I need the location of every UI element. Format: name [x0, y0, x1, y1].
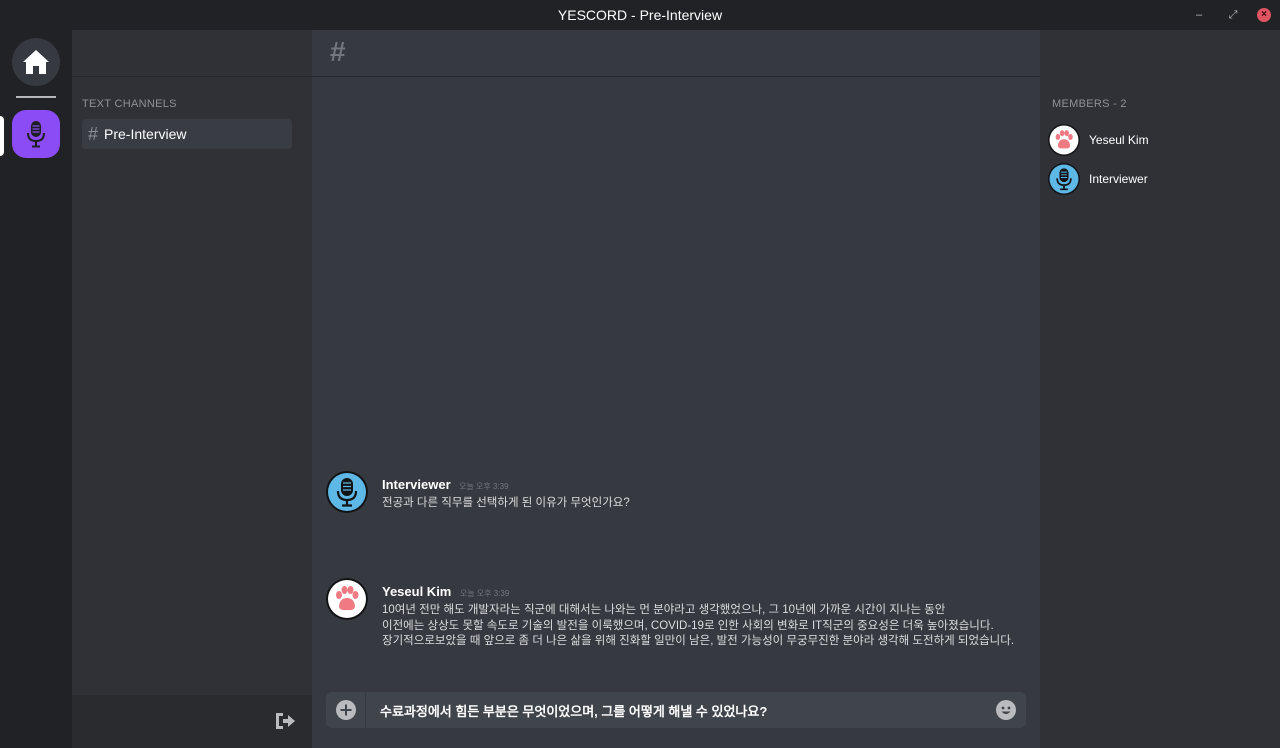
- channel-hash-icon: #: [330, 36, 346, 67]
- server-rail: [0, 30, 72, 748]
- message-input[interactable]: [380, 692, 980, 728]
- attach-button[interactable]: [326, 692, 366, 728]
- channel-sidebar: TEXT CHANNELS # Pre-Interview: [72, 30, 312, 748]
- member-item[interactable]: Yeseul Kim: [1048, 123, 1268, 157]
- rail-separator: [16, 96, 56, 98]
- plus-circle-icon: [335, 700, 356, 720]
- message-header: Yeseul Kim 오늘 오후 3:39: [382, 583, 509, 601]
- members-label: MEMBERS - 2: [1052, 98, 1127, 110]
- member-name: Yeseul Kim: [1089, 133, 1149, 147]
- message-content: 전공과 다른 직무를 선택하게 된 이유가 무엇인가요?: [382, 496, 630, 512]
- paw-avatar[interactable]: [326, 578, 368, 620]
- minimize-button[interactable]: –: [1192, 8, 1206, 22]
- message-line: 전공과 다른 직무를 선택하게 된 이유가 무엇인가요?: [382, 497, 630, 509]
- message-content: 10여년 전만 해도 개발자라는 직군에 대해서는 나와는 먼 분야라고 생각했…: [382, 603, 1014, 650]
- chat-area: # Interviewer 오늘 오후 3:39 전공과 다른 직무를 선택하게…: [312, 30, 1040, 748]
- message-composer: [326, 692, 1026, 728]
- message-line: 장기적으로보았을 때 앞으로 좀 더 나은 삶을 위해 진화할 일만이 남은, …: [382, 635, 1015, 647]
- message-author[interactable]: Yeseul Kim: [382, 584, 451, 599]
- close-button[interactable]: ×: [1257, 8, 1271, 22]
- member-item[interactable]: Interviewer: [1048, 162, 1268, 196]
- maximize-button[interactable]: ⤢: [1226, 8, 1240, 22]
- member-name: Interviewer: [1089, 172, 1148, 186]
- channel-sidebar-header: [72, 30, 312, 77]
- title-bar: YESCORD - Pre-Interview – ⤢ ×: [0, 0, 1280, 30]
- chat-header: #: [312, 30, 1040, 77]
- hash-icon: #: [88, 123, 99, 144]
- message-line: 10여년 전만 해도 개발자라는 직군에 대해서는 나와는 먼 분야라고 생각했…: [382, 604, 946, 616]
- message-timestamp: 오늘 오후 3:39: [459, 482, 509, 491]
- paw-avatar: [1048, 124, 1080, 156]
- message-header: Interviewer 오늘 오후 3:39: [382, 476, 509, 494]
- server-pre-interview[interactable]: [12, 110, 60, 158]
- emoji-icon[interactable]: [996, 700, 1016, 720]
- channel-name: Pre-Interview: [104, 126, 187, 142]
- home-button[interactable]: [12, 38, 60, 86]
- member-list: MEMBERS - 2 Yeseul Kim Interviewer: [1040, 30, 1280, 748]
- window-title: YESCORD - Pre-Interview: [557, 7, 723, 23]
- channel-item-pre-interview[interactable]: # Pre-Interview: [82, 119, 292, 149]
- microphone-icon: [27, 121, 45, 148]
- category-label: TEXT CHANNELS: [82, 98, 177, 110]
- message-author[interactable]: Interviewer: [382, 477, 451, 492]
- message-timestamp: 오늘 오후 3:39: [459, 589, 510, 598]
- home-icon: [23, 50, 49, 74]
- microphone-avatar: [1048, 163, 1080, 195]
- message-line: 이전에는 상상도 못할 속도로 기술의 발전을 이룩했으며, COVID-19로…: [382, 619, 994, 632]
- microphone-avatar[interactable]: [326, 471, 368, 513]
- channel-sidebar-footer: [72, 695, 312, 748]
- logout-icon[interactable]: [274, 711, 296, 731]
- active-server-indicator: [0, 116, 4, 156]
